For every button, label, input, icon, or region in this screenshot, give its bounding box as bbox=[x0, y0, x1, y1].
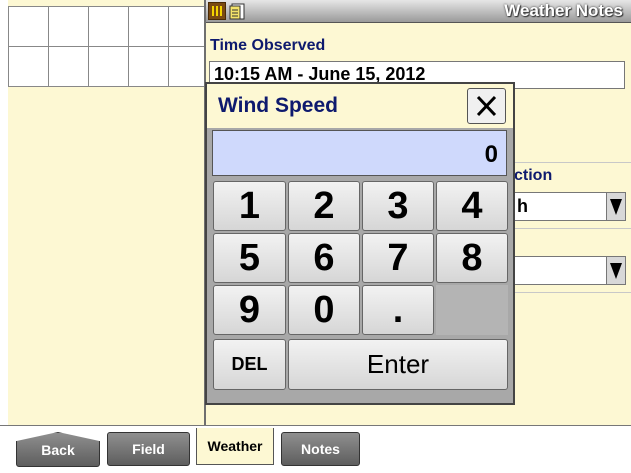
key-2[interactable]: 2 bbox=[288, 181, 360, 231]
key-3[interactable]: 3 bbox=[362, 181, 434, 231]
grid-line bbox=[168, 6, 169, 86]
grid-line bbox=[8, 6, 9, 86]
key-4[interactable]: 4 bbox=[436, 181, 508, 231]
grid-line bbox=[48, 6, 49, 86]
key-5[interactable]: 5 bbox=[213, 233, 286, 283]
keypad-display: 0 bbox=[212, 130, 507, 176]
dialog-title: Wind Speed bbox=[218, 94, 338, 117]
dropdown-arrow-icon[interactable] bbox=[606, 193, 625, 220]
delete-button[interactable]: DEL bbox=[213, 339, 286, 390]
header-bar: Weather Notes bbox=[206, 0, 631, 23]
wind-direction-value: h bbox=[517, 196, 528, 216]
dropdown-arrow-icon[interactable] bbox=[606, 257, 625, 284]
key-0[interactable]: 0 bbox=[288, 285, 360, 335]
key-6[interactable]: 6 bbox=[288, 233, 360, 283]
key-9[interactable]: 9 bbox=[213, 285, 286, 335]
notepad-icon bbox=[229, 3, 245, 20]
grid-line bbox=[8, 46, 204, 47]
keypad-display-value: 0 bbox=[484, 141, 498, 168]
tab-weather[interactable]: Weather bbox=[196, 428, 274, 465]
field-map-icon bbox=[208, 2, 226, 20]
tab-notes[interactable]: Notes bbox=[281, 432, 360, 466]
close-button[interactable] bbox=[467, 88, 506, 124]
close-icon bbox=[476, 95, 497, 117]
keypad-empty-slot bbox=[436, 285, 508, 335]
tab-field[interactable]: Field bbox=[107, 432, 190, 466]
wind-direction-label: ction bbox=[514, 167, 553, 184]
time-observed-label: Time Observed bbox=[210, 37, 326, 54]
page-title: Weather Notes bbox=[504, 1, 623, 20]
key-7[interactable]: 7 bbox=[362, 233, 434, 283]
key-1[interactable]: 1 bbox=[213, 181, 286, 231]
key-8[interactable]: 8 bbox=[436, 233, 508, 283]
grid-line bbox=[8, 86, 204, 87]
key-decimal[interactable]: . bbox=[362, 285, 434, 335]
grid-line bbox=[8, 6, 204, 7]
enter-button[interactable]: Enter bbox=[288, 339, 508, 390]
weather-select[interactable] bbox=[514, 256, 626, 285]
grid-line bbox=[88, 6, 89, 86]
grid-line bbox=[128, 6, 129, 86]
wind-direction-select[interactable]: h bbox=[514, 192, 626, 221]
